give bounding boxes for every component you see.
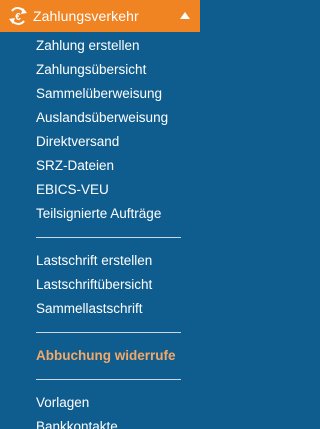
menu-item-bankkontakte[interactable]: Bankkontakte (0, 415, 200, 429)
menu-item-zahlung-erstellen[interactable]: Zahlung erstellen (0, 34, 200, 58)
svg-text:€: € (15, 12, 21, 23)
menu-item-lastschriftuebersicht[interactable]: Lastschriftübersicht (0, 273, 200, 297)
menu-item-abbuchung-widerrufe[interactable]: Abbuchung widerrufe (0, 344, 200, 368)
menu-group-lastschriften: Lastschrift erstellen Lastschriftübersic… (0, 249, 200, 321)
menu-item-teilsignierte-auftraege[interactable]: Teilsignierte Aufträge (0, 202, 200, 226)
menu-item-auslandsueberweisung[interactable]: Auslandsüberweisung (0, 106, 200, 130)
payments-menu: € Zahlungsverkehr Zahlung erstellen Zahl… (0, 0, 200, 429)
euro-transfer-icon: € (7, 6, 29, 26)
menu-item-direktversand[interactable]: Direktversand (0, 130, 200, 154)
menu-header-title: Zahlungsverkehr (33, 8, 139, 24)
menu-item-sammelueberweisung[interactable]: Sammelüberweisung (0, 82, 200, 106)
menu-group-zahlungen: Zahlung erstellen Zahlungsübersicht Samm… (0, 34, 200, 226)
menu-item-srz-dateien[interactable]: SRZ-Dateien (0, 154, 200, 178)
menu-item-ebics-veu[interactable]: EBICS-VEU (0, 178, 200, 202)
menu-divider (36, 332, 181, 333)
menu-item-vorlagen[interactable]: Vorlagen (0, 391, 200, 415)
menu-divider (36, 379, 181, 380)
menu-header-zahlungsverkehr[interactable]: € Zahlungsverkehr (0, 0, 200, 32)
menu-item-zahlungsuebersicht[interactable]: Zahlungsübersicht (0, 58, 200, 82)
menu-item-lastschrift-erstellen[interactable]: Lastschrift erstellen (0, 249, 200, 273)
menu-group-verwaltung: Vorlagen Bankkontakte (0, 391, 200, 429)
menu-divider (36, 237, 181, 238)
menu-item-sammellastschrift[interactable]: Sammellastschrift (0, 297, 200, 321)
menu-group-abbuchung: Abbuchung widerrufe (0, 344, 200, 368)
caret-up-icon[interactable] (180, 12, 190, 19)
